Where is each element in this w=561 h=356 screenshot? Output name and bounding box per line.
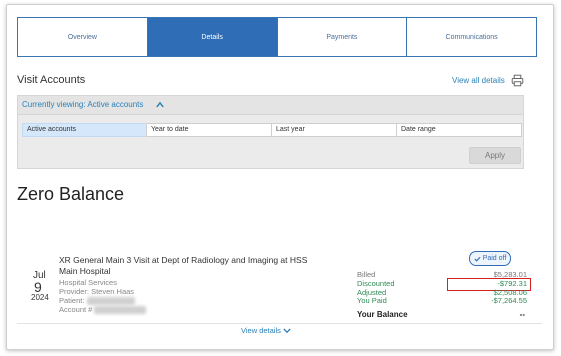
visit-title: XR General Main 3 Visit at Dept of Radio…	[59, 255, 308, 276]
apply-button[interactable]: Apply	[469, 147, 521, 164]
billed-label: Billed	[357, 270, 376, 279]
divider	[17, 323, 542, 324]
status-badge: Paid off	[469, 251, 511, 266]
filter-panel: Currently viewing: Active accounts Activ…	[17, 95, 524, 169]
page-title: Visit Accounts	[17, 74, 86, 86]
tab-communications[interactable]: Communications	[407, 17, 537, 57]
you-paid-label: You Paid	[357, 296, 387, 305]
filter-option-last-year[interactable]: Last year	[271, 123, 397, 137]
discounted-label: Discounted	[357, 279, 395, 288]
tab-payments[interactable]: Payments	[277, 17, 408, 57]
visit-department: Hospital Services	[59, 278, 117, 287]
visit-accounts-panel: Overview Details Payments Communications…	[6, 4, 554, 350]
filter-option-year-to-date[interactable]: Year to date	[146, 123, 272, 137]
check-icon	[474, 256, 481, 262]
viewing-toggle[interactable]: Currently viewing: Active accounts	[18, 96, 523, 115]
zero-balance-heading: Zero Balance	[17, 184, 125, 204]
patient-label: Patient:	[59, 296, 85, 305]
tab-details[interactable]: Details	[147, 17, 278, 57]
visit-year: 2024	[31, 293, 49, 302]
filter-option-active-accounts[interactable]: Active accounts	[22, 123, 148, 137]
view-details-link[interactable]: View details	[241, 326, 281, 335]
account-label: Account #	[59, 305, 93, 314]
patient-name-redacted	[86, 297, 135, 306]
printer-icon[interactable]	[511, 74, 524, 87]
chevron-up-icon[interactable]	[156, 101, 164, 108]
your-balance-label: Your Balance	[357, 310, 408, 319]
your-balance-value: --	[519, 310, 525, 319]
visit-provider: Provider: Steven Haas	[59, 287, 135, 296]
account-number-redacted	[94, 306, 147, 315]
tab-overview[interactable]: Overview	[17, 17, 148, 57]
status-badge-label: Paid off	[482, 255, 507, 262]
tab-bar: Overview Details Payments Communications	[17, 17, 537, 57]
visit-patient: Patient:	[59, 296, 135, 306]
viewing-label[interactable]: Currently viewing: Active accounts	[22, 100, 143, 109]
you-paid-value: -$7,264.55	[491, 296, 527, 305]
view-all-details-link[interactable]: View all details	[452, 76, 505, 85]
visit-account: Account #	[59, 305, 147, 315]
chevron-down-icon[interactable]	[283, 328, 291, 334]
filter-option-date-range[interactable]: Date range	[396, 123, 522, 137]
